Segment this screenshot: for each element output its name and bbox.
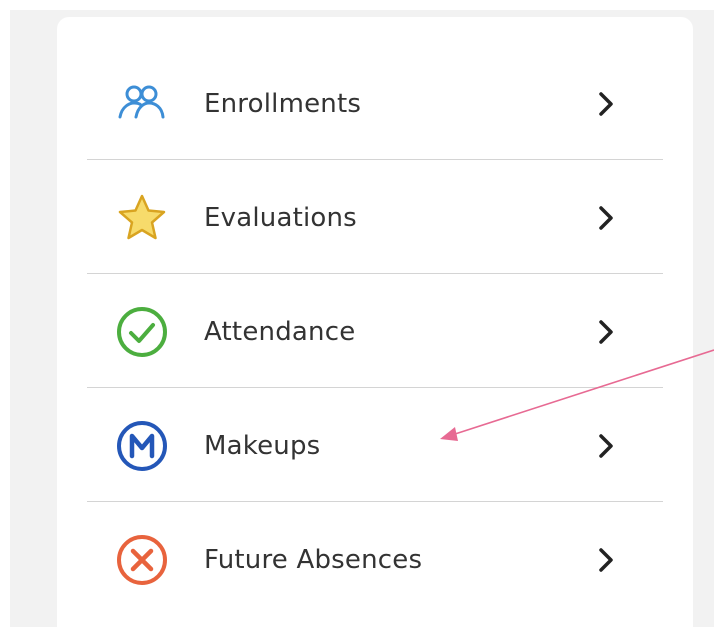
check-circle-icon [110, 300, 174, 364]
menu-card: Enrollments Evaluations Attendance Makeu… [57, 17, 693, 627]
menu-item-future-absences[interactable]: Future Absences [87, 503, 663, 616]
chevron-right-icon [596, 204, 616, 232]
x-circle-icon [110, 528, 174, 592]
menu-item-enrollments[interactable]: Enrollments [87, 47, 663, 160]
menu-item-label: Evaluations [204, 202, 357, 233]
menu-item-makeups[interactable]: Makeups [87, 389, 663, 502]
chevron-right-icon [596, 90, 616, 118]
menu-item-label: Future Absences [204, 544, 423, 575]
menu-item-evaluations[interactable]: Evaluations [87, 161, 663, 274]
users-icon [110, 72, 174, 136]
chevron-right-icon [596, 318, 616, 346]
menu-item-label: Enrollments [204, 88, 362, 119]
menu-item-label: Attendance [204, 316, 356, 347]
star-icon [110, 186, 174, 250]
chevron-right-icon [596, 432, 616, 460]
menu-item-attendance[interactable]: Attendance [87, 275, 663, 388]
makeup-m-icon [110, 414, 174, 478]
menu-item-label: Makeups [204, 430, 321, 461]
chevron-right-icon [596, 546, 616, 574]
